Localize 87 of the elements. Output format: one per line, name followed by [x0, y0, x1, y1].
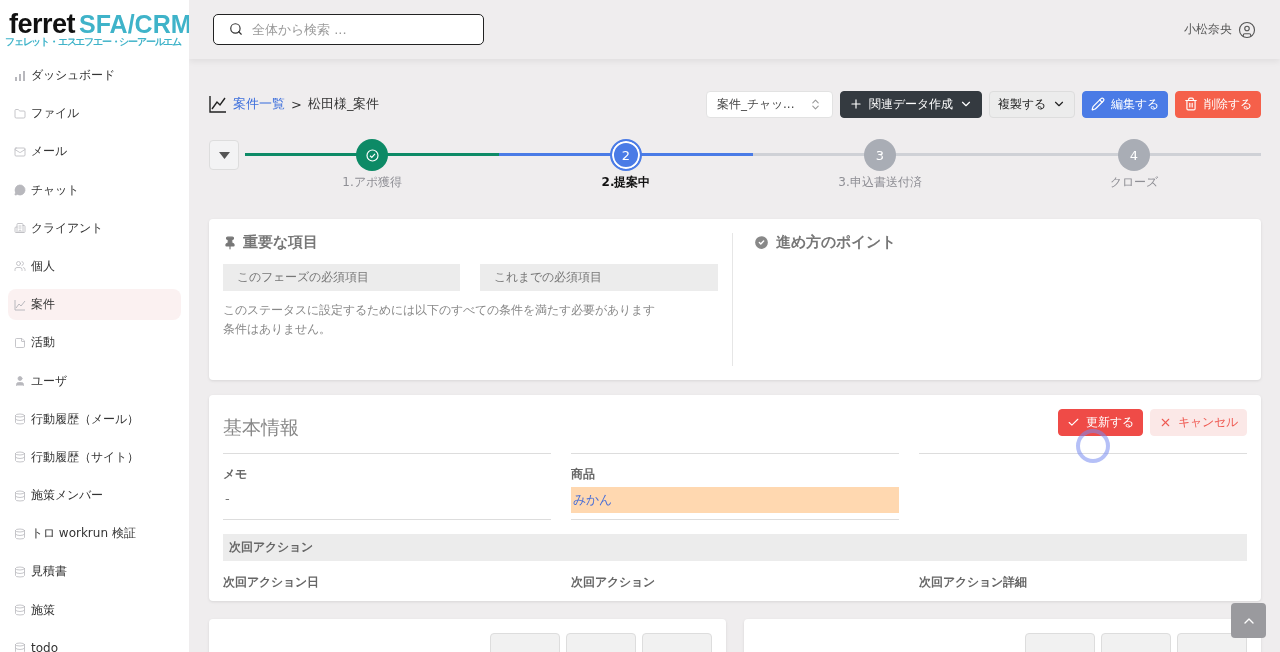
updown-icon: [809, 97, 822, 111]
sidebar-item[interactable]: トロ workrun 検証: [8, 518, 181, 550]
step-circle[interactable]: 2: [610, 139, 642, 171]
panel-title: 進め方のポイント: [775, 233, 896, 252]
sidebar-item[interactable]: メール: [8, 136, 181, 168]
field-label: メモ: [223, 466, 248, 483]
check-icon: [1067, 416, 1080, 429]
chat-icon: [14, 184, 26, 197]
sidebar-item[interactable]: チャット: [8, 174, 181, 206]
field-value: -: [224, 490, 231, 508]
step-label: 3.申込書送付済: [838, 174, 922, 191]
sidebar-item[interactable]: 個人: [8, 250, 181, 282]
user-avatar-icon[interactable]: [1238, 20, 1256, 39]
column-header: このフェーズの必須項目: [223, 264, 461, 291]
toolbar-button[interactable]: 編集する: [1082, 90, 1168, 118]
card-button[interactable]: [1025, 633, 1095, 652]
condition-message: このステータスに設定するためには以下のすべての条件を満たす必要があります: [223, 302, 656, 319]
sidebar-item[interactable]: 行動履歴（サイト）: [8, 441, 181, 473]
sidebar-item[interactable]: 行動履歴（メール）: [8, 403, 181, 435]
search-field[interactable]: 全体から検索 ...: [213, 14, 484, 45]
database-icon: [14, 604, 26, 617]
database-icon: [14, 451, 26, 464]
database-icon: [14, 413, 26, 426]
step-circle[interactable]: [356, 139, 388, 171]
condition-note: 条件はありません。: [223, 321, 332, 338]
check-circle-icon: [365, 148, 379, 162]
search-icon: [229, 22, 243, 36]
field-label: 商品: [571, 466, 596, 483]
collapse-toggle[interactable]: [209, 140, 239, 170]
subsection-header: 次回アクション: [223, 534, 1247, 561]
section-title: 基本情報: [223, 415, 299, 440]
step-label: 2.提案中: [601, 174, 651, 191]
card-button[interactable]: [1177, 633, 1247, 652]
update-button[interactable]: 更新する: [1058, 409, 1143, 436]
database-icon: [14, 489, 26, 502]
breadcrumb-separator: >: [291, 96, 302, 112]
card-button[interactable]: [1101, 633, 1171, 652]
sidebar-item[interactable]: 案件: [8, 289, 181, 321]
database-icon: [14, 642, 26, 652]
sidebar-item[interactable]: 施策: [8, 594, 181, 626]
plus-icon: [849, 97, 863, 111]
sidebar-item[interactable]: ユーザ: [8, 365, 181, 397]
line-chart-icon: [209, 95, 227, 113]
caret-icon: [218, 151, 230, 159]
person-icon: [14, 375, 26, 387]
breadcrumb-link[interactable]: 案件一覧: [233, 95, 285, 113]
step-label: クローズ: [1110, 174, 1158, 191]
sidebar-item[interactable]: 見積書: [8, 556, 181, 588]
pencil-icon: [1091, 97, 1105, 111]
scroll-top-button[interactable]: [1231, 603, 1266, 638]
user-name: 小松奈央: [1184, 21, 1232, 38]
people-icon: [14, 260, 26, 273]
folder-icon: [14, 107, 26, 120]
line-chart-icon: [14, 298, 26, 311]
database-icon: [14, 527, 26, 540]
building-icon: [14, 222, 26, 235]
sidebar-item[interactable]: 活動: [8, 327, 181, 359]
field-label: 次回アクション: [571, 574, 656, 591]
view-select[interactable]: 案件_チャッ...: [706, 90, 833, 118]
toolbar-button[interactable]: 関連データ作成: [840, 90, 982, 118]
step-label: 1.アポ獲得: [342, 174, 402, 191]
column-header: これまでの必須項目: [480, 264, 718, 291]
card-button[interactable]: [566, 633, 636, 652]
close-icon: [1159, 416, 1172, 429]
bar-chart-icon: [14, 69, 26, 82]
logo-reading: フェレット・エスエフエー・シーアールエム: [5, 38, 181, 46]
breadcrumb-current: 松田様_案件: [307, 95, 380, 113]
logo-wordmark: ferret: [9, 10, 76, 38]
note-icon: [14, 336, 26, 349]
sidebar-item[interactable]: ファイル: [8, 98, 181, 130]
card-button[interactable]: [490, 633, 560, 652]
field-value-link[interactable]: みかん: [571, 487, 899, 513]
toolbar-button[interactable]: 複製する: [989, 90, 1075, 118]
check-circle-icon: [752, 234, 770, 251]
card-button[interactable]: [642, 633, 712, 652]
database-icon: [14, 565, 26, 578]
sidebar-item[interactable]: クライアント: [8, 212, 181, 244]
sidebar-item[interactable]: ダッシュボード: [8, 60, 181, 91]
pin-icon: [223, 235, 237, 250]
sidebar-item[interactable]: todo: [8, 632, 181, 652]
panel-title: 重要な項目: [243, 233, 318, 252]
logo-product-name: SFA/CRM: [79, 10, 189, 38]
sidebar-item[interactable]: 施策メンバー: [8, 480, 181, 512]
field-label: 次回アクション日: [223, 574, 320, 591]
mail-icon: [14, 145, 26, 158]
field-label: 次回アクション詳細: [919, 574, 1028, 591]
trash-icon: [1184, 97, 1198, 111]
